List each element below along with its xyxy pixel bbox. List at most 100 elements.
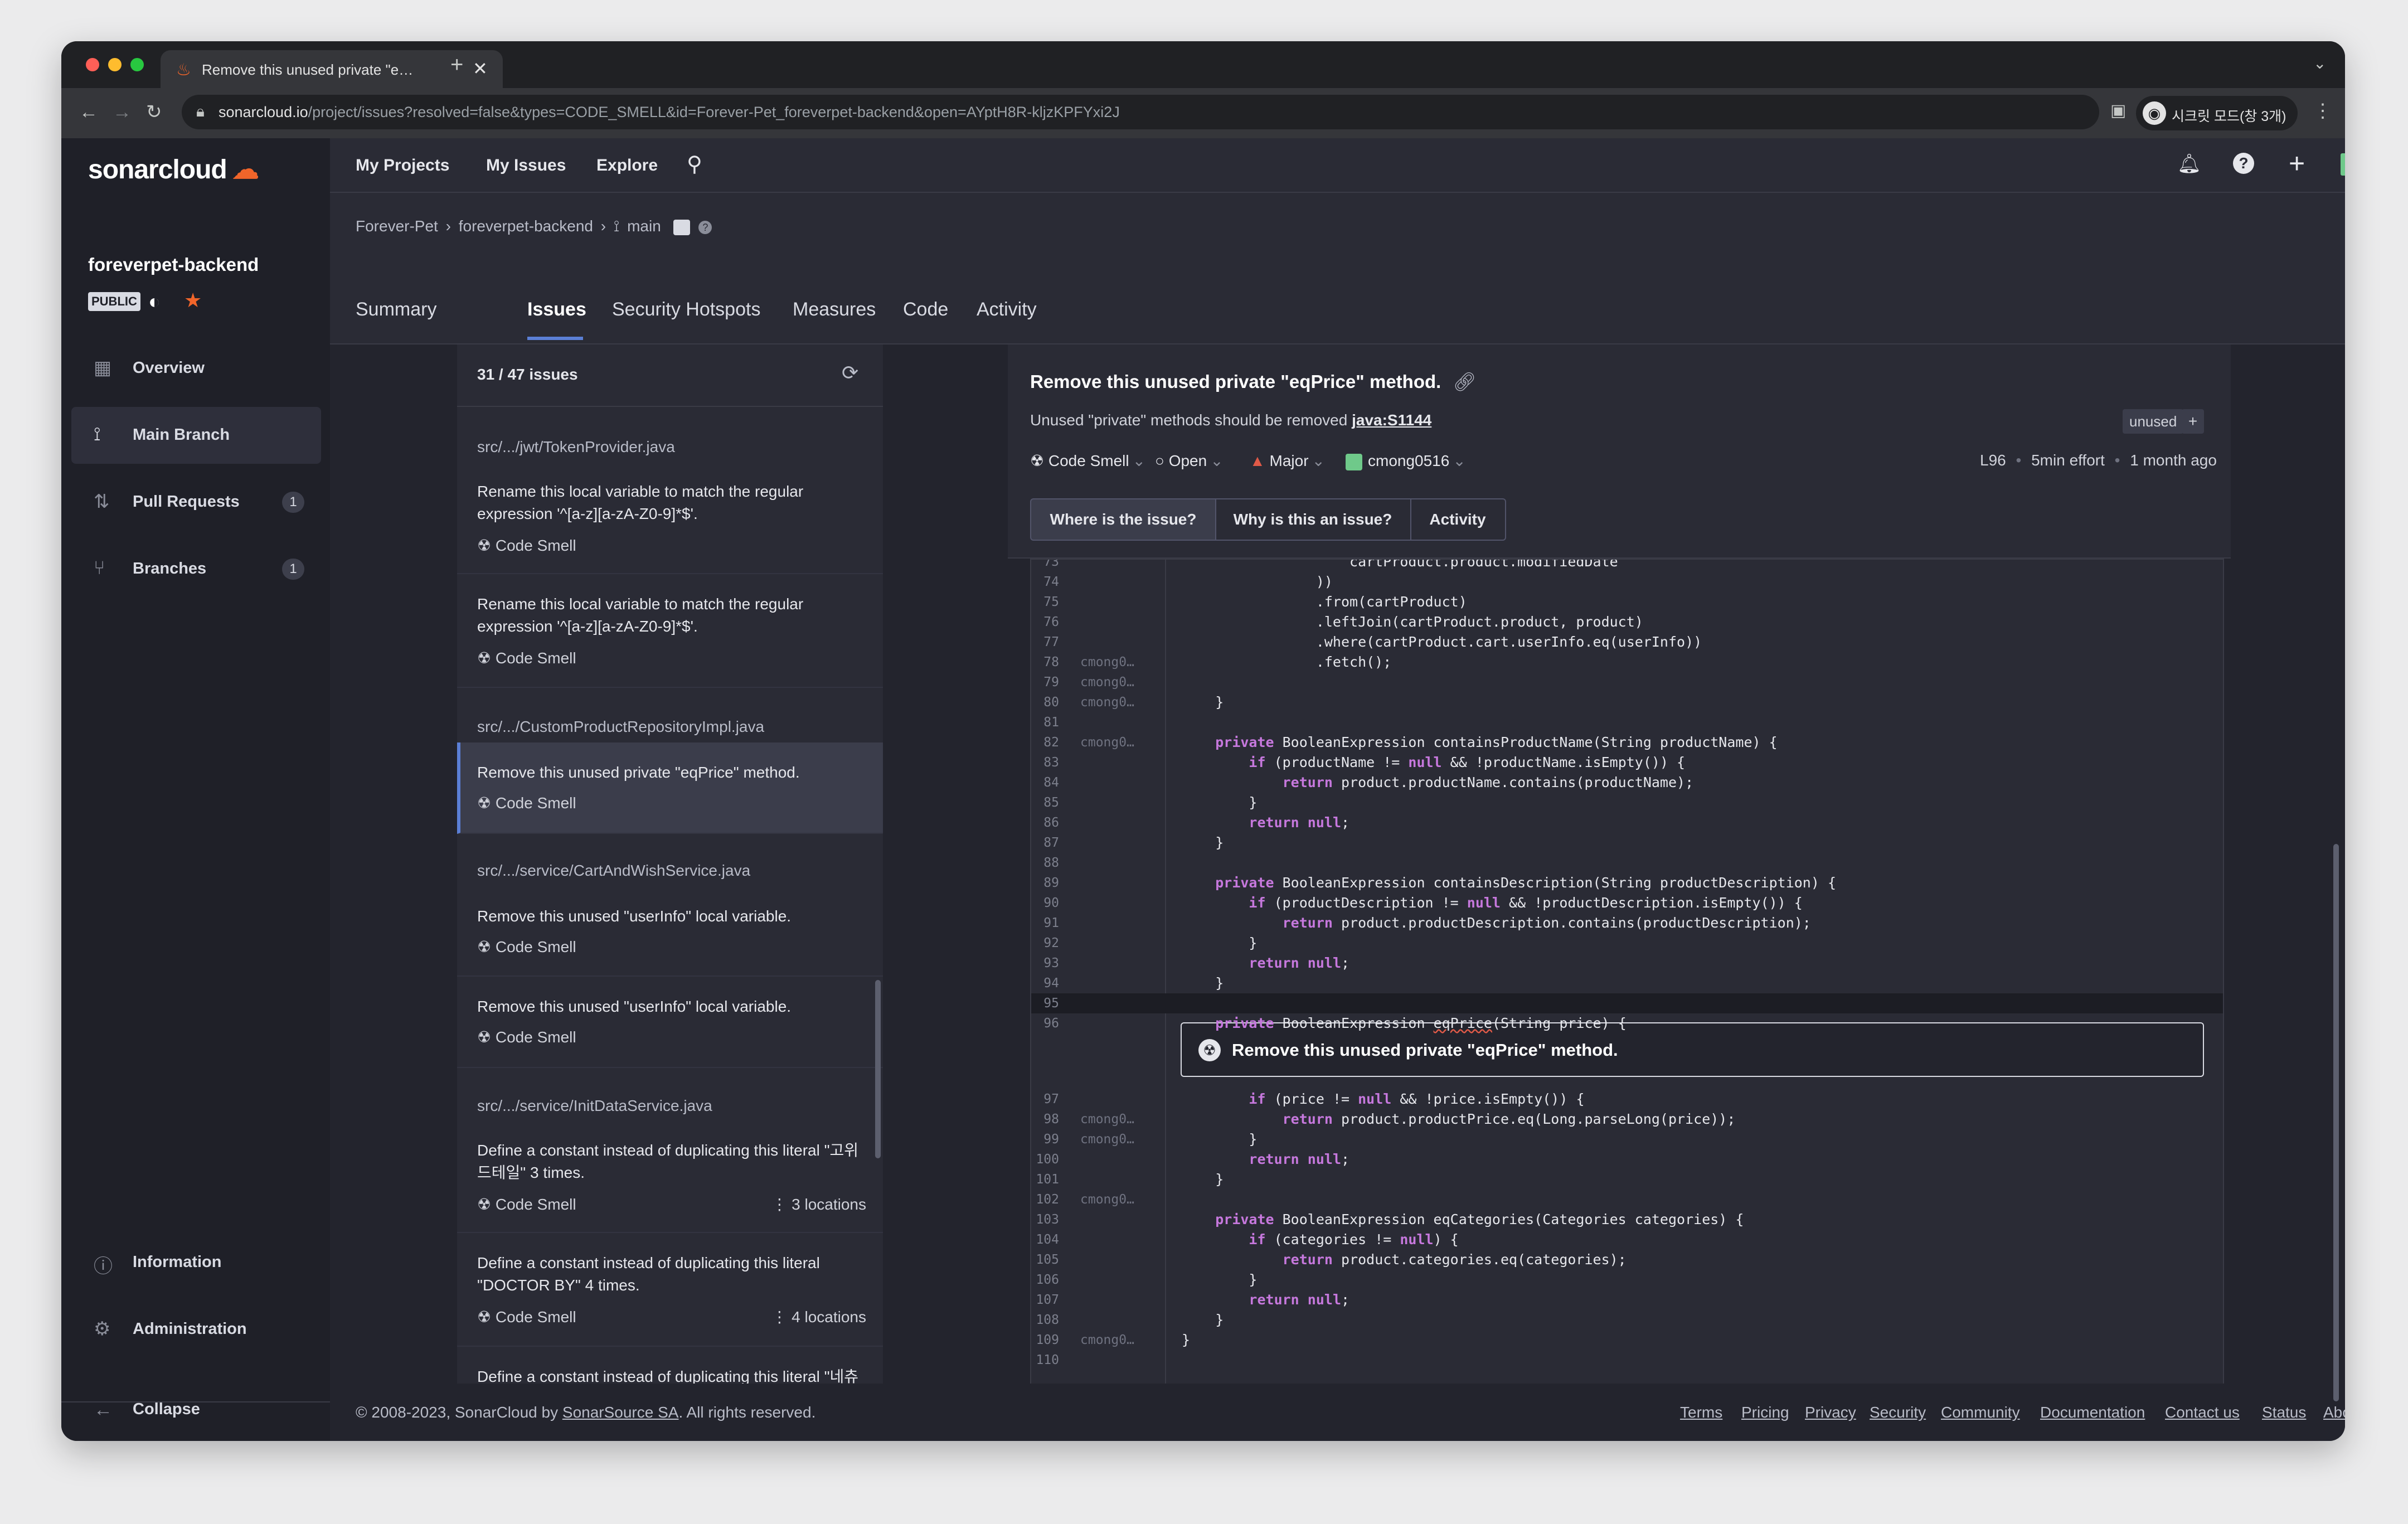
new-tab-icon[interactable]: + (450, 54, 463, 76)
tab-summary[interactable]: Summary (356, 299, 436, 321)
search-icon[interactable]: ⚲ (687, 152, 702, 177)
sonarsource-link[interactable]: SonarSource SA (562, 1404, 679, 1421)
line-author[interactable]: cmong0… (1080, 672, 1134, 692)
line-author[interactable]: cmong0… (1080, 692, 1134, 712)
footer-link-documentation[interactable]: Documentation (2040, 1404, 2145, 1421)
add-tag-plus-icon[interactable]: + (2182, 409, 2204, 434)
line-number[interactable]: 107 (1031, 1290, 1059, 1310)
issue-item[interactable]: Rename this local variable to match the … (457, 462, 883, 574)
sidebar-item-administration[interactable]: ⚙ Administration (71, 1301, 321, 1358)
branch-help-icon[interactable]: ? (698, 220, 712, 234)
issue-line[interactable]: L96 (1980, 452, 2006, 469)
line-number[interactable]: 110 (1031, 1350, 1059, 1370)
footer-link-status[interactable]: Status (2262, 1404, 2306, 1421)
forward-icon[interactable]: → (113, 103, 132, 122)
line-number[interactable]: 103 (1031, 1210, 1059, 1230)
line-number[interactable]: 90 (1031, 893, 1059, 913)
tab-measures[interactable]: Measures (793, 299, 876, 321)
user-avatar[interactable] (2339, 152, 2345, 177)
footer-link-security[interactable]: Security (1870, 1404, 1926, 1421)
line-number[interactable]: 86 (1031, 813, 1059, 833)
line-number[interactable]: 93 (1031, 953, 1059, 973)
refresh-icon[interactable]: ⟳ (842, 361, 858, 385)
line-number[interactable]: 105 (1031, 1250, 1059, 1270)
breadcrumb-branch[interactable]: main (627, 217, 661, 235)
footer-link-privacy[interactable]: Privacy (1805, 1404, 1856, 1421)
minimize-window-button[interactable] (108, 58, 122, 71)
sidebar-item-pull-requests[interactable]: ⇅ Pull Requests 1 (71, 474, 321, 531)
maximize-window-button[interactable] (130, 58, 144, 71)
line-number[interactable]: 84 (1031, 773, 1059, 793)
nav-my-issues[interactable]: My Issues (486, 156, 566, 175)
line-number[interactable]: 101 (1031, 1169, 1059, 1190)
footer-link-community[interactable]: Community (1941, 1404, 2020, 1421)
sonarcloud-logo[interactable]: sonarcloud ☁ (88, 154, 259, 185)
line-number[interactable]: 97 (1031, 1089, 1059, 1109)
issue-item[interactable]: Rename this local variable to match the … (457, 574, 883, 688)
line-number[interactable]: 99 (1031, 1129, 1059, 1149)
collapse-sidebar-button[interactable]: ← Collapse (71, 1381, 321, 1438)
footer-link-terms[interactable]: Terms (1680, 1404, 1722, 1421)
issue-status-dropdown[interactable]: ○ Open ⌄ (1155, 452, 1224, 470)
favorite-star-icon[interactable]: ★ (184, 289, 202, 312)
url-bar[interactable]: 🔒︎ sonarcloud.io/project/issues?resolved… (182, 95, 2205, 129)
footer-link-about[interactable]: About (2323, 1404, 2345, 1421)
line-number[interactable]: 102 (1031, 1190, 1059, 1210)
rule-key-link[interactable]: java:S1144 (1352, 411, 1431, 429)
line-number[interactable]: 76 (1031, 612, 1059, 632)
line-number[interactable]: 91 (1031, 913, 1059, 933)
line-number[interactable]: 96 (1031, 1013, 1059, 1033)
project-name[interactable]: foreverpet-backend (88, 254, 259, 275)
chrome-menu-icon[interactable]: ⋮ (2313, 101, 2332, 120)
line-author[interactable]: cmong0… (1080, 1190, 1134, 1210)
line-number[interactable]: 104 (1031, 1230, 1059, 1250)
issue-item[interactable]: Remove this unused "userInfo" local vari… (457, 977, 883, 1068)
tab-code[interactable]: Code (903, 299, 948, 321)
breadcrumb-org[interactable]: Forever-Pet (356, 217, 438, 235)
issue-locations[interactable]: ⋮ 4 locations (771, 1308, 866, 1326)
line-author[interactable]: cmong0… (1080, 1330, 1134, 1350)
back-icon[interactable]: ← (79, 103, 98, 122)
tab-where-is-the-issue[interactable]: Where is the issue? (1030, 498, 1216, 541)
line-number[interactable]: 79 (1031, 672, 1059, 692)
line-number[interactable]: 75 (1031, 592, 1059, 612)
tab-why-is-this-an-issue[interactable]: Why is this an issue? (1215, 498, 1411, 541)
issue-locations[interactable]: ⋮ 3 locations (771, 1195, 866, 1214)
line-number[interactable]: 98 (1031, 1109, 1059, 1129)
line-author[interactable]: cmong0… (1080, 1129, 1134, 1149)
line-number[interactable]: 89 (1031, 873, 1059, 893)
line-number[interactable]: 106 (1031, 1270, 1059, 1290)
sidebar-item-branches[interactable]: ⑂ Branches 1 (71, 541, 321, 598)
issue-list-scrollbar[interactable] (875, 980, 881, 1158)
tab-issue-activity[interactable]: Activity (1410, 498, 1506, 541)
close-window-button[interactable] (86, 58, 99, 71)
tab-search-chevron-icon[interactable]: ⌄ (2313, 56, 2326, 71)
line-number[interactable]: 108 (1031, 1310, 1059, 1330)
line-number[interactable]: 92 (1031, 933, 1059, 953)
issue-assignee-dropdown[interactable]: cmong0516 ⌄ (1346, 452, 1466, 470)
issue-item-selected[interactable]: Remove this unused private "eqPrice" met… (457, 742, 883, 834)
sidebar-item-overview[interactable]: ▦ Overview (71, 340, 321, 397)
line-number[interactable]: 83 (1031, 753, 1059, 773)
tab-activity[interactable]: Activity (977, 299, 1037, 321)
line-number[interactable]: 80 (1031, 692, 1059, 712)
line-number[interactable]: 73 (1031, 560, 1059, 572)
line-number[interactable]: 95 (1031, 993, 1059, 1013)
issue-item[interactable]: Define a constant instead of duplicating… (457, 1233, 883, 1347)
help-icon[interactable]: ? (2233, 153, 2254, 174)
issue-tag[interactable]: unused (2123, 409, 2184, 434)
notifications-bell-icon[interactable]: 🔔︎ (2177, 153, 2201, 175)
line-number[interactable]: 77 (1031, 632, 1059, 652)
line-number[interactable]: 88 (1031, 853, 1059, 873)
line-number[interactable]: 109 (1031, 1330, 1059, 1350)
permalink-icon[interactable]: 🔗︎ (1453, 371, 1476, 392)
side-panel-icon[interactable]: ▣ (2110, 103, 2126, 119)
create-plus-icon[interactable]: + (2289, 147, 2305, 179)
line-number[interactable]: 100 (1031, 1149, 1059, 1169)
line-number[interactable]: 87 (1031, 833, 1059, 853)
tab-security-hotspots[interactable]: Security Hotspots (612, 299, 760, 321)
line-author[interactable]: cmong0… (1080, 1109, 1134, 1129)
line-number[interactable]: 81 (1031, 712, 1059, 732)
line-number[interactable]: 78 (1031, 652, 1059, 672)
reload-icon[interactable]: ↻ (146, 103, 162, 122)
